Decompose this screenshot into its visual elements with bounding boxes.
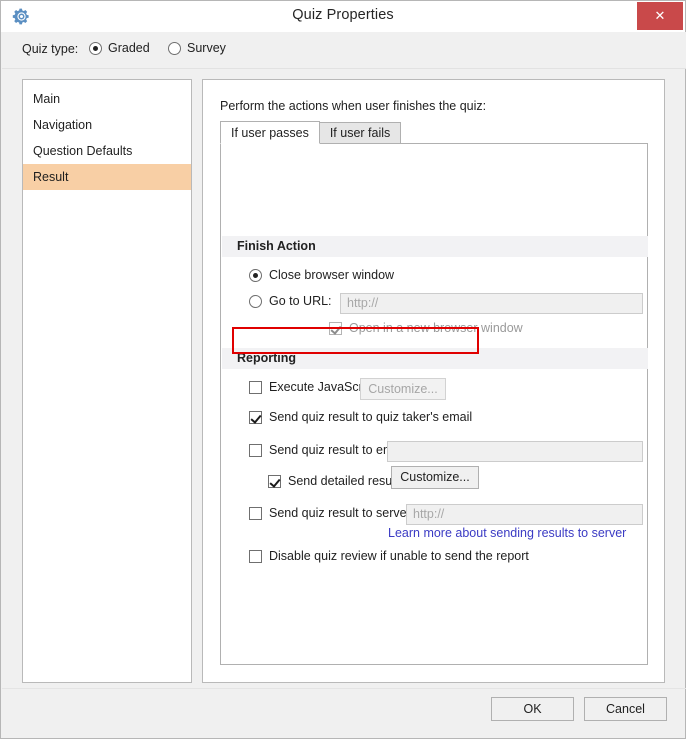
checkbox-icon-open-new-window [329,321,342,335]
quiz-type-label: Quiz type: [22,42,79,56]
checkbox-send-detailed-results[interactable]: Send detailed results [268,474,405,488]
checkbox-icon-execute-javascript [249,380,262,394]
group-header-finish-action: Finish Action [222,236,648,257]
checkbox-label-open-new-window: Open in a new browser window [349,321,523,335]
tab-strip: If user passes If user fails [220,121,402,144]
group-header-reporting: Reporting [222,348,648,369]
checkbox-label-send-to-email: Send quiz result to email [269,443,406,457]
checkbox-label-send-to-quiz-taker: Send quiz result to quiz taker's email [269,410,473,424]
checkbox-disable-quiz-review[interactable]: Disable quiz review if unable to send th… [249,549,529,563]
sidebar-item-main[interactable]: Main [23,86,191,112]
checkbox-icon-send-to-quiz-taker [249,410,262,424]
radio-go-to-url[interactable]: Go to URL: [249,294,332,308]
send-detailed-customize-button[interactable]: Customize... [391,466,479,489]
sidebar-list: Main Navigation Question Defaults Result [23,80,191,190]
checkbox-icon-send-detailed-results [268,474,281,488]
checkbox-label-disable-quiz-review: Disable quiz review if unable to send th… [269,549,529,563]
quiz-properties-dialog: Quiz Properties ✕ Quiz type: Graded Surv… [0,0,686,739]
checkbox-execute-javascript[interactable]: Execute JavaScript [249,380,376,394]
title-bar: Quiz Properties ✕ [1,1,685,32]
settings-sidebar: Main Navigation Question Defaults Result [22,79,192,683]
checkbox-open-in-new-browser-window[interactable]: Open in a new browser window [329,321,523,335]
cancel-button[interactable]: Cancel [584,697,667,721]
page-title: Quiz Properties [292,7,394,23]
checkbox-icon-send-to-email [249,443,262,457]
footer-divider [2,688,686,689]
radio-label-close-browser: Close browser window [269,268,395,282]
send-to-email-input[interactable] [387,441,643,462]
checkbox-send-result-to-quiz-taker-email[interactable]: Send quiz result to quiz taker's email [249,410,472,424]
quiz-type-bar: Quiz type: Graded Survey [2,32,686,69]
checkbox-send-result-to-email[interactable]: Send quiz result to email [249,443,406,457]
radio-icon-graded [89,41,102,55]
radio-icon-survey [168,41,181,55]
execute-javascript-customize-button[interactable]: Customize... [360,378,446,400]
sidebar-item-navigation[interactable]: Navigation [23,112,191,138]
send-to-server-input[interactable]: http:// [406,504,643,525]
radio-quiz-type-survey[interactable]: Survey [168,41,226,55]
sidebar-item-question-defaults[interactable]: Question Defaults [23,138,191,164]
checkbox-icon-disable-quiz-review [249,549,262,563]
tab-if-user-fails[interactable]: If user fails [319,122,402,144]
radio-icon-go-to-url [249,294,262,308]
close-button[interactable]: ✕ [637,2,683,30]
checkbox-send-result-to-server[interactable]: Send quiz result to server [249,506,411,520]
radio-label-go-to-url: Go to URL: [269,294,332,308]
radio-label-graded: Graded [108,41,150,55]
radio-icon-close-browser [249,268,262,282]
radio-close-browser-window[interactable]: Close browser window [249,268,394,282]
radio-label-survey: Survey [187,41,226,55]
learn-more-link[interactable]: Learn more about sending results to serv… [388,526,626,540]
settings-content-panel: Perform the actions when user finishes t… [202,79,665,683]
content-intro-label: Perform the actions when user finishes t… [220,99,487,113]
checkbox-icon-send-to-server [249,506,262,520]
tab-panel-if-user-passes: Finish Action Close browser window Go to… [220,143,648,665]
ok-button[interactable]: OK [491,697,574,721]
checkbox-label-send-detailed-results: Send detailed results [288,474,405,488]
sidebar-item-result[interactable]: Result [23,164,191,190]
checkbox-label-send-to-server: Send quiz result to server [269,506,411,520]
radio-quiz-type-graded[interactable]: Graded [89,41,150,55]
go-to-url-input[interactable]: http:// [340,293,643,314]
tab-if-user-passes[interactable]: If user passes [220,121,320,144]
